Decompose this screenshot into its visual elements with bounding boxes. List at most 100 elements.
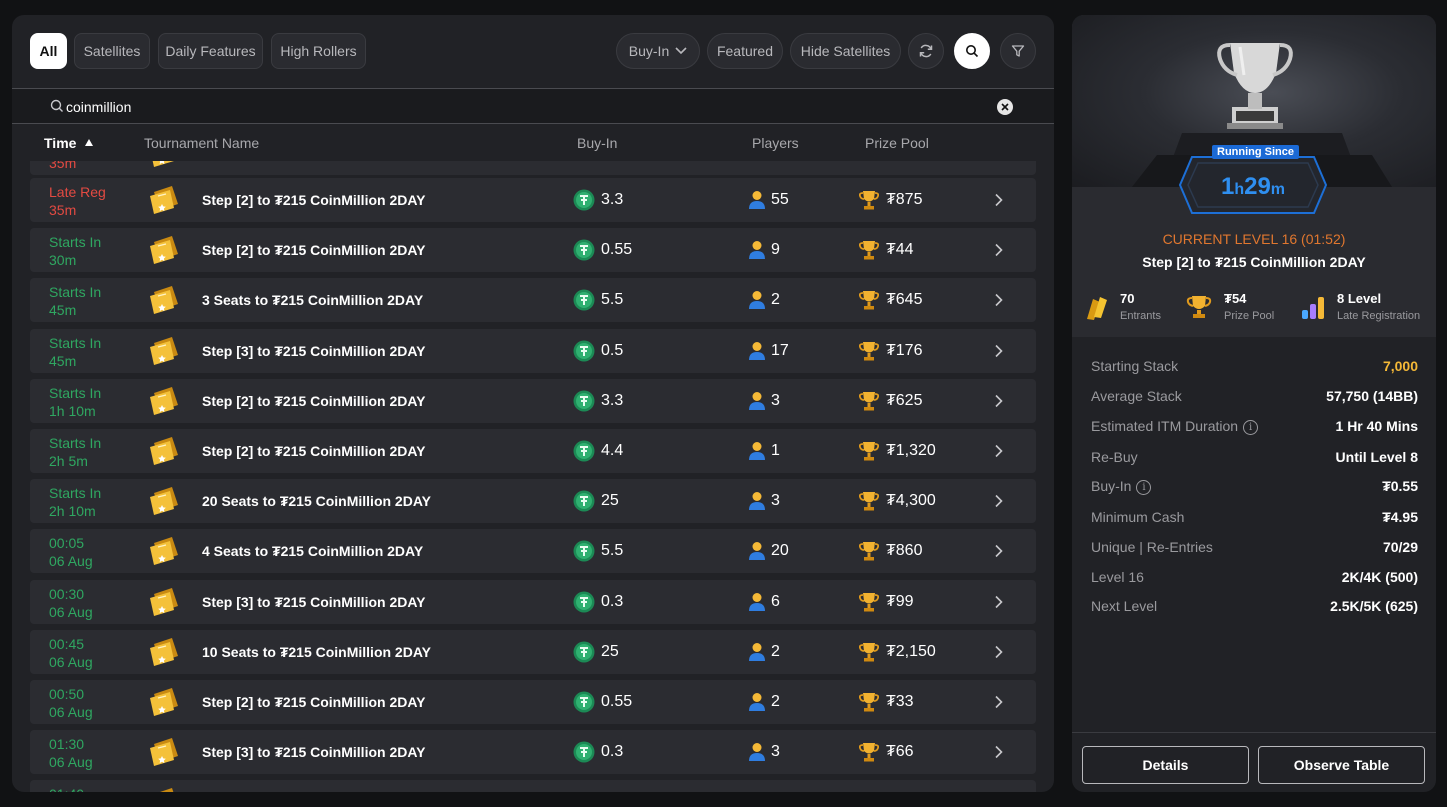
table-row[interactable]: Starts In 45m 3 Seats to ₮215 CoinMillion … [30,278,1036,323]
coin-icon [573,440,595,462]
info-row: Estimated ITM Duration i 1 Hr 40 Mins [1091,418,1418,438]
info-key-text: Buy-In [1091,478,1132,494]
info-key-text: Minimum Cash [1091,509,1185,525]
chevron-down-icon [675,47,687,55]
tab-satellites[interactable]: Satellites [74,33,150,69]
ticket-icon [161,788,174,792]
table-row[interactable]: Starts In 1h 10m Step [2] to ₮215 CoinMill… [30,378,1036,423]
row-players: 3 [771,492,780,510]
details-button[interactable]: Details [1082,746,1249,784]
row-tournament-name: Step [2] to ₮215 CoinMillion 2DAY [202,443,426,459]
row-players: 1 [771,442,780,459]
row-players: 3 [771,391,780,409]
chevron-right-icon [995,595,1003,608]
person-icon [749,492,765,511]
chevron-right-icon [995,244,1003,257]
search-input[interactable] [66,95,966,119]
info-row: Average Stack 57,750 (14BB) [1091,388,1418,408]
observe-table-button[interactable]: Observe Table [1258,746,1425,784]
info-row: Re-Buy Until Level 8 [1091,449,1418,469]
info-value: Until Level 8 [1335,449,1418,465]
header-time[interactable]: Time [44,135,76,151]
tournament-list-panel: All Satellites Daily Features High Rolle… [12,15,1054,792]
tab-daily-features[interactable]: Daily Features [158,33,263,69]
person-icon [749,391,765,410]
header-players[interactable]: Players [752,135,799,151]
ticket-icon [150,186,178,214]
row-players: 2 [771,642,780,660]
hide-satellites-button[interactable]: Hide Satellites [790,33,901,69]
coin-icon [573,741,595,763]
prize-pool-value: ₮54 [1224,291,1247,306]
info-key: Minimum Cash [1091,509,1184,525]
table-row-partial-top[interactable]: 35m [30,161,1036,175]
row-time-line1: 00:45 [49,635,85,652]
clear-search-button[interactable] [997,99,1013,115]
tab-high-rollers[interactable]: High Rollers [271,33,366,69]
table-row-partial-bottom[interactable]: 01:40 [30,780,1036,792]
table-row[interactable]: 01:30 06 Aug Step [3] to ₮215 CoinMillion … [30,730,1036,775]
buyin-dropdown[interactable]: Buy-In [616,33,700,69]
table-row[interactable]: 00:30 06 Aug Step [3] to ₮215 CoinMillion … [30,579,1036,624]
row-tournament-name: Step [2] to ₮215 CoinMillion 2DAY [202,242,426,259]
ticket-icon [150,738,178,767]
info-key-text: Next Level [1091,598,1158,614]
table-row[interactable]: 00:05 06 Aug 4 Seats to ₮215 CoinMillion 2… [30,529,1036,574]
row-buyin: 0.3 [601,743,624,761]
table-row[interactable]: Starts In 2h 10m 20 Seats to ₮215 CoinMill… [30,479,1036,524]
info-icon[interactable]: i [1136,479,1152,495]
info-row: Starting Stack 7,000 [1091,358,1418,378]
table-row[interactable]: Starts In 30m Step [2] to ₮215 CoinMillion… [30,228,1036,273]
ticket-icon [150,437,178,465]
info-icon[interactable]: i [1243,419,1259,435]
header-prize-pool[interactable]: Prize Pool [865,135,929,151]
coin-icon [573,540,595,562]
coin-icon [573,340,595,362]
row-buyin: 25 [601,642,619,660]
row-prize-pool: ₮176 [886,341,923,359]
info-value: 2.5K/5K (625) [1330,598,1418,614]
table-row[interactable]: 00:45 06 Aug 10 Seats to ₮215 CoinMillion … [30,629,1036,674]
row-time-line2: 06 Aug [49,754,93,771]
table-row[interactable]: Starts In 45m Step [3] to ₮215 CoinMillion… [30,328,1036,373]
info-value: 7,000 [1382,358,1418,374]
search-toggle-button[interactable] [954,33,990,69]
row-time-line2: 06 Aug [49,653,93,670]
row-buyin: 5.5 [601,542,624,560]
refresh-button[interactable] [908,33,944,69]
table-row[interactable]: 00:50 06 Aug Step [2] to ₮215 CoinMillion … [30,680,1036,724]
person-icon [749,642,765,661]
search-icon [50,99,63,112]
level-bars-icon [1302,297,1324,319]
coin-icon [573,490,595,512]
chevron-right-icon [995,746,1003,759]
row-time-line2: 1h 10m [49,402,96,419]
filter-bar: All Satellites Daily Features High Rolle… [30,33,1036,69]
filter-button[interactable] [1000,33,1036,69]
header-tournament-name[interactable]: Tournament Name [144,135,259,151]
late-reg-label: Late Registration [1337,310,1421,322]
info-key: Re-Buy [1091,449,1138,465]
buyin-dropdown-label: Buy-In [628,43,670,59]
tournament-table-body: 35m Late Reg 35m Step [2] to ₮215 CoinMilli… [12,161,1054,792]
timer-hours-unit: h [1234,181,1245,198]
table-row[interactable]: Late Reg 35m Step [2] to ₮215 CoinMillion … [30,178,1036,222]
row-tournament-name: Step [3] to ₮215 CoinMillion 2DAY [202,342,426,359]
featured-button[interactable]: Featured [707,33,783,69]
row-buyin: 25 [601,492,619,510]
table-row[interactable]: Starts In 2h 5m Step [2] to ₮215 CoinMilli… [30,429,1036,473]
trophy-icon [859,592,879,612]
info-value: 2K/4K (500) [1341,569,1418,585]
entrants-icon [1087,297,1107,320]
row-tournament-name: Step [2] to ₮215 CoinMillion 2DAY [202,192,426,208]
trophy-icon [859,191,879,210]
tab-all[interactable]: All [30,33,67,69]
ticket-icon [150,236,178,265]
person-icon [749,592,765,611]
header-buyin[interactable]: Buy-In [577,135,617,151]
chevron-right-icon [995,193,1003,207]
coin-icon [573,189,595,211]
info-key: Average Stack [1091,388,1182,404]
info-key-text: Unique | Re-Entries [1091,539,1213,555]
info-value: 70/29 [1382,539,1418,555]
